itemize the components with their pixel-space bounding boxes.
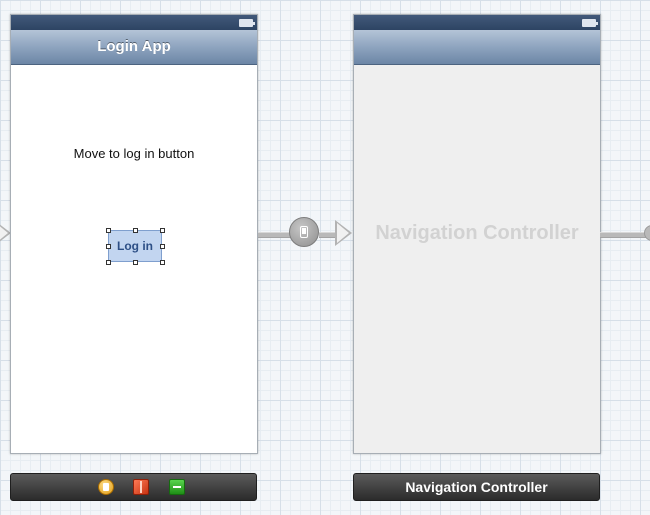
instruction-label[interactable]: Move to log in button <box>11 146 257 161</box>
navigation-controller-dock[interactable]: Navigation Controller <box>353 473 600 501</box>
segue-connector[interactable] <box>319 232 335 238</box>
resize-handle[interactable] <box>106 244 111 249</box>
resize-handle[interactable] <box>106 260 111 265</box>
segue-connector[interactable] <box>258 232 292 238</box>
resize-handle[interactable] <box>133 260 138 265</box>
first-responder-cube-icon[interactable] <box>133 479 149 495</box>
resize-handle[interactable] <box>160 244 165 249</box>
resize-handle[interactable] <box>160 228 165 233</box>
relationship-connector[interactable] <box>600 232 646 238</box>
resize-handle[interactable] <box>106 228 111 233</box>
segue-icon[interactable] <box>289 217 319 247</box>
dock-title: Navigation Controller <box>405 479 548 495</box>
battery-icon <box>582 19 598 27</box>
login-button[interactable]: Log in <box>108 230 162 262</box>
login-scene[interactable]: Login App Move to log in button Log in <box>10 14 258 454</box>
nav-bar-title: Login App <box>97 38 171 55</box>
navigation-bar[interactable]: Login App <box>11 30 257 65</box>
relationship-icon[interactable] <box>644 225 650 241</box>
navigation-bar[interactable] <box>354 30 600 65</box>
nav-bar-title <box>354 30 600 64</box>
push-segue-icon <box>300 226 308 238</box>
navigation-controller-placeholder: Navigation Controller <box>375 222 579 244</box>
resize-handle[interactable] <box>133 228 138 233</box>
segue-arrow <box>335 220 352 246</box>
battery-icon <box>239 19 255 27</box>
status-bar <box>11 15 257 30</box>
navigation-controller-scene[interactable]: Navigation Controller <box>353 14 601 454</box>
exit-icon[interactable] <box>169 479 185 495</box>
view-controller-icon[interactable] <box>98 479 114 495</box>
resize-handle[interactable] <box>160 260 165 265</box>
status-bar <box>354 15 600 30</box>
login-scene-dock[interactable] <box>10 473 257 501</box>
